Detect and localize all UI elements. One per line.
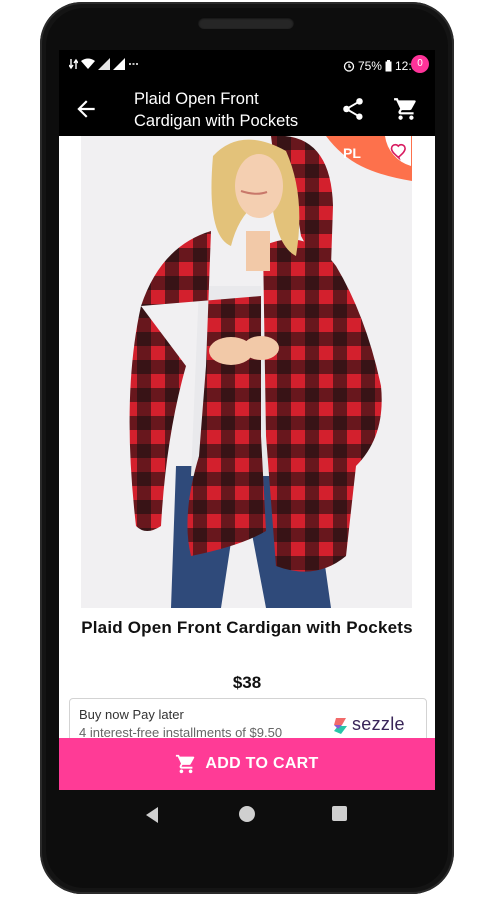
nav-back-icon[interactable] xyxy=(143,806,161,824)
sezzle-headline: Buy now Pay later xyxy=(79,707,184,722)
share-icon[interactable] xyxy=(340,96,366,122)
app-bar: Plaid Open Front Cardigan with Pockets xyxy=(59,82,435,136)
cart-count-badge: 0 xyxy=(411,55,429,73)
cart-icon[interactable] xyxy=(393,96,419,122)
screen: 75% 12:37 Plaid Open Front Cardigan with… xyxy=(59,50,435,790)
nav-home-icon[interactable] xyxy=(239,806,255,822)
signal-icon xyxy=(98,58,110,70)
add-to-cart-label: ADD TO CART xyxy=(205,755,319,772)
system-nav-bar xyxy=(59,790,435,840)
alarm-icon xyxy=(343,61,355,72)
back-arrow-icon[interactable] xyxy=(73,96,99,122)
product-price: $38 xyxy=(232,673,262,692)
product-name: Plaid Open Front Cardigan with Pockets xyxy=(81,618,413,637)
product-photo: PL xyxy=(81,136,412,608)
sync-icon xyxy=(69,58,78,70)
battery-percent: 75% xyxy=(357,59,382,73)
more-dots-icon xyxy=(129,63,139,65)
cart-icon xyxy=(176,754,195,774)
battery-icon xyxy=(385,60,392,72)
product-image[interactable]: PL xyxy=(81,136,412,608)
add-to-cart-button[interactable]: ADD TO CART xyxy=(59,738,435,790)
status-icons-left xyxy=(69,58,140,70)
wifi-icon xyxy=(81,58,95,69)
sezzle-brand-text: sezzle xyxy=(352,714,405,734)
sezzle-logo: sezzle xyxy=(332,713,420,737)
signal-icon-2 xyxy=(113,58,125,70)
sezzle-mark-icon xyxy=(334,718,347,734)
page-title: Plaid Open Front Cardigan with Pockets xyxy=(134,90,299,130)
heart-outline-icon[interactable] xyxy=(375,136,411,168)
phone-speaker xyxy=(198,17,294,29)
status-bar: 75% 12:37 xyxy=(59,50,435,82)
nav-recents-icon[interactable] xyxy=(332,806,347,821)
plus-size-badge-text: PL xyxy=(343,145,361,161)
